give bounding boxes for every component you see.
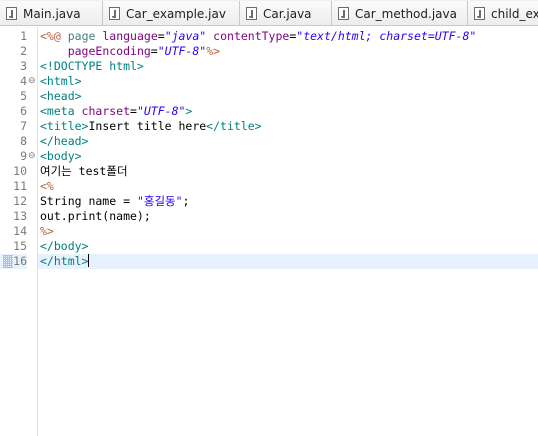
code-token: <title> bbox=[40, 119, 89, 133]
editor-tab-bar: Main.java Car_example.jav Car.java Car_m… bbox=[0, 0, 538, 26]
tab-label: Car_method.java bbox=[355, 6, 457, 21]
code-token: > bbox=[185, 104, 193, 118]
code-token: "UTF-8" bbox=[136, 104, 186, 118]
code-token: %> bbox=[40, 224, 54, 238]
code-token: <% bbox=[40, 179, 54, 193]
code-token: <!DOCTYPE html> bbox=[40, 59, 144, 73]
code-token: page bbox=[67, 29, 96, 43]
code-token: </body> bbox=[40, 239, 89, 253]
code-line[interactable]: </html> bbox=[38, 254, 538, 269]
line-number: 10 bbox=[13, 164, 27, 178]
code-editor[interactable]: 1 2 3 4 ⊖ 5 6 7 8 9 ⊖ 10 11 12 13 14 15 16 <%@ page langu… bbox=[0, 27, 538, 436]
code-line[interactable]: String name = "홍길동"; bbox=[38, 194, 538, 209]
code-token: "UTF-8" bbox=[157, 44, 207, 58]
current-line-marker-icon bbox=[3, 255, 13, 268]
line-number: 4 bbox=[20, 74, 27, 88]
code-line[interactable]: </body> bbox=[38, 239, 538, 254]
code-token: "java" bbox=[164, 29, 207, 43]
line-number: 6 bbox=[20, 104, 27, 118]
tab-child-example-java[interactable]: child_exa bbox=[467, 1, 538, 25]
line-number: 11 bbox=[13, 179, 27, 193]
code-token: = bbox=[150, 44, 158, 58]
line-number: 14 bbox=[13, 224, 27, 238]
code-token: </head> bbox=[40, 134, 89, 148]
code-line[interactable]: %> bbox=[38, 224, 538, 239]
fold-toggle-icon[interactable]: ⊖ bbox=[28, 149, 37, 164]
line-number: 15 bbox=[13, 239, 27, 253]
line-number: 8 bbox=[20, 134, 27, 148]
java-file-icon bbox=[474, 7, 485, 20]
tab-label: Car_example.jav bbox=[126, 6, 226, 21]
code-token: charset bbox=[81, 104, 131, 118]
code-token: pageEncoding bbox=[67, 44, 151, 58]
code-line[interactable]: pageEncoding="UTF-8"%> bbox=[38, 44, 538, 59]
code-line[interactable]: <html> bbox=[38, 74, 538, 89]
code-token: <%@ bbox=[40, 29, 61, 43]
tab-label: Car.java bbox=[263, 6, 312, 21]
java-file-icon bbox=[246, 7, 257, 20]
tab-car-java[interactable]: Car.java bbox=[239, 1, 331, 25]
line-number: 3 bbox=[20, 59, 27, 73]
line-number: 5 bbox=[20, 89, 27, 103]
code-line[interactable]: <meta charset="UTF-8"> bbox=[38, 104, 538, 119]
code-line[interactable]: <head> bbox=[38, 89, 538, 104]
java-file-icon bbox=[109, 7, 120, 20]
code-token: </title> bbox=[206, 119, 262, 133]
code-line[interactable]: <body> bbox=[38, 149, 538, 164]
code-line[interactable]: <!DOCTYPE html> bbox=[38, 59, 538, 74]
line-number: 7 bbox=[20, 119, 27, 133]
code-token: <head> bbox=[40, 89, 82, 103]
java-file-icon bbox=[6, 7, 17, 20]
code-token: <html> bbox=[40, 74, 82, 88]
line-number: 1 bbox=[20, 29, 27, 43]
tab-car-example-java[interactable]: Car_example.jav bbox=[102, 1, 239, 25]
tab-label: child_exa bbox=[491, 6, 538, 21]
code-text-area[interactable]: <%@ page language="java" contentType="te… bbox=[38, 27, 538, 436]
code-line[interactable]: 여기는 test폴더 bbox=[38, 164, 538, 179]
code-line[interactable]: <%@ page language="java" contentType="te… bbox=[38, 29, 538, 44]
code-token: String name = bbox=[40, 194, 137, 208]
tab-label: Main.java bbox=[23, 6, 81, 21]
code-line[interactable]: out.print(name); bbox=[38, 209, 538, 224]
code-token: <meta bbox=[40, 104, 82, 118]
line-number: 13 bbox=[13, 209, 27, 223]
code-line[interactable]: </head> bbox=[38, 134, 538, 149]
code-token: ; bbox=[182, 194, 190, 208]
code-token: = bbox=[157, 29, 165, 43]
tab-main-java[interactable]: Main.java bbox=[0, 1, 102, 25]
code-token: "홍길동" bbox=[136, 194, 183, 208]
code-token: 여기는 test폴더 bbox=[40, 164, 128, 178]
java-file-icon bbox=[338, 7, 349, 20]
code-token: language bbox=[102, 29, 158, 43]
code-token: contentType bbox=[213, 29, 290, 43]
code-token: Insert title here bbox=[88, 119, 207, 133]
code-line[interactable]: <% bbox=[38, 179, 538, 194]
text-caret bbox=[88, 254, 90, 267]
code-token: "text/html; charset=UTF-8" bbox=[296, 29, 477, 43]
fold-toggle-icon[interactable]: ⊖ bbox=[28, 74, 37, 89]
code-token: %> bbox=[206, 44, 221, 58]
code-token: <body> bbox=[40, 149, 82, 163]
code-token: = bbox=[130, 104, 137, 118]
line-number: 12 bbox=[13, 194, 27, 208]
tab-car-method-java[interactable]: Car_method.java bbox=[331, 1, 467, 25]
line-number-gutter[interactable]: 1 2 3 4 ⊖ 5 6 7 8 9 ⊖ 10 11 12 13 14 15 16 bbox=[0, 27, 38, 436]
code-token: </html> bbox=[40, 254, 89, 268]
code-token: out.print(name); bbox=[40, 209, 151, 223]
line-number: 9 bbox=[20, 149, 27, 163]
code-line[interactable]: <title>Insert title here</title> bbox=[38, 119, 538, 134]
line-number: 2 bbox=[20, 44, 27, 58]
